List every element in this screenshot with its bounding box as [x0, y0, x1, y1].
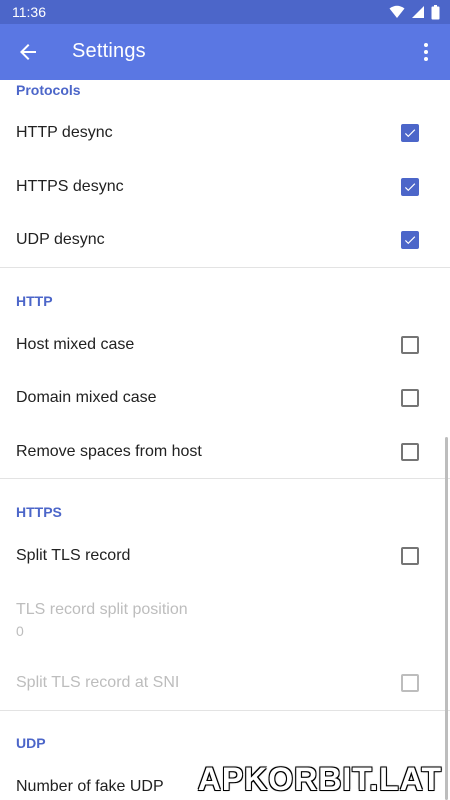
wifi-icon	[389, 5, 405, 18]
category-https: HTTPS	[16, 504, 62, 520]
battery-icon	[431, 4, 440, 19]
host-mixed-case-checkbox[interactable]	[401, 336, 419, 354]
pref-remove-spaces[interactable]: Remove spaces from host	[0, 425, 450, 479]
scrollbar[interactable]	[445, 437, 448, 800]
pref-label: TLS record split position	[16, 601, 188, 618]
watermark: APKORBIT.LAT	[197, 761, 442, 797]
pref-summary: 0	[16, 623, 24, 639]
more-options-icon[interactable]	[414, 40, 438, 64]
split-tls-at-sni-checkbox	[401, 674, 419, 692]
section-divider	[0, 478, 450, 479]
signal-icon	[412, 6, 424, 18]
pref-label: Domain mixed case	[16, 389, 157, 406]
status-icons	[389, 4, 440, 20]
category-protocols: Protocols	[16, 82, 81, 98]
page-title: Settings	[72, 40, 146, 62]
pref-host-mixed-case[interactable]: Host mixed case	[0, 318, 450, 372]
pref-domain-mixed-case[interactable]: Domain mixed case	[0, 371, 450, 425]
udp-desync-checkbox[interactable]	[401, 231, 419, 249]
pref-label: Host mixed case	[16, 336, 135, 353]
split-tls-record-checkbox[interactable]	[401, 547, 419, 565]
status-time: 11:36	[12, 4, 46, 20]
domain-mixed-case-checkbox[interactable]	[401, 389, 419, 407]
pref-split-tls-at-sni: Split TLS record at SNI	[0, 656, 450, 710]
pref-label: Split TLS record at SNI	[16, 674, 180, 691]
status-bar: 11:36	[0, 0, 450, 24]
pref-label: Remove spaces from host	[16, 443, 202, 460]
settings-list[interactable]: Protocols HTTP desync HTTPS desync UDP d…	[0, 80, 450, 800]
section-divider	[0, 267, 450, 268]
check-icon	[404, 129, 416, 138]
pref-label: Split TLS record	[16, 547, 131, 564]
pref-tls-split-position: TLS record split position 0	[0, 590, 450, 650]
pref-text-group: TLS record split position 0	[16, 601, 188, 639]
back-arrow-icon[interactable]	[16, 40, 40, 64]
http-desync-checkbox[interactable]	[401, 124, 419, 142]
pref-label: HTTP desync	[16, 124, 113, 141]
section-divider	[0, 710, 450, 711]
https-desync-checkbox[interactable]	[401, 178, 419, 196]
pref-label: HTTPS desync	[16, 178, 124, 195]
pref-label: UDP desync	[16, 231, 105, 248]
pref-udp-desync[interactable]: UDP desync	[0, 213, 450, 267]
remove-spaces-checkbox[interactable]	[401, 443, 419, 461]
app-bar: Settings	[0, 24, 450, 80]
check-icon	[404, 183, 416, 192]
pref-https-desync[interactable]: HTTPS desync	[0, 160, 450, 214]
category-udp: UDP	[16, 735, 46, 751]
check-icon	[404, 236, 416, 245]
pref-split-tls-record[interactable]: Split TLS record	[0, 529, 450, 583]
pref-label: Number of fake UDP	[16, 778, 164, 795]
pref-http-desync[interactable]: HTTP desync	[0, 106, 450, 160]
category-http: HTTP	[16, 293, 53, 309]
